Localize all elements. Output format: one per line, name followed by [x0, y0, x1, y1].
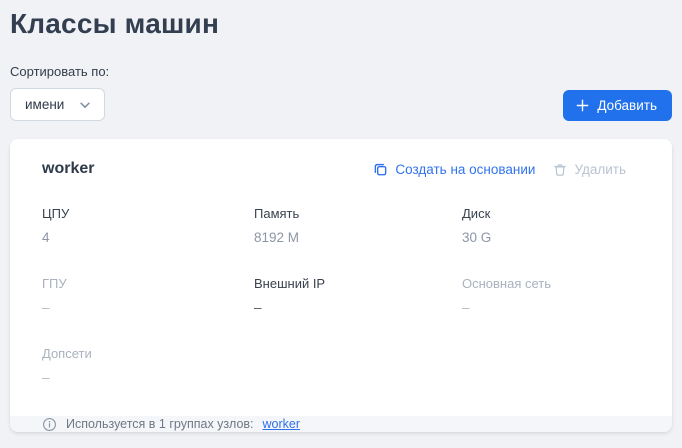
plus-icon — [575, 98, 590, 113]
field-disk: Диск 30 G — [462, 206, 640, 245]
field-disk-label: Диск — [462, 206, 491, 221]
info-icon — [42, 417, 57, 432]
field-extra-networks-label: Допсети — [42, 346, 92, 361]
footer-usage-text: Используется в 1 группах узлов: — [66, 417, 254, 431]
field-gpu: ГПУ – — [42, 276, 254, 315]
fields-grid: ЦПУ 4 Память 8192 M Диск 30 G ГПУ – Внеш… — [10, 178, 672, 416]
field-gpu-label: ГПУ — [42, 276, 67, 291]
field-memory: Память 8192 M — [254, 206, 462, 245]
field-extra-networks: Допсети – — [42, 346, 254, 385]
field-cpu: ЦПУ 4 — [42, 206, 254, 245]
card-header: worker Создать на основании Удалить — [10, 139, 672, 178]
field-cpu-value: 4 — [42, 230, 50, 245]
delete-label: Удалить — [574, 161, 626, 177]
sort-group: Сортировать по: имени — [10, 64, 109, 121]
sort-select[interactable]: имени — [10, 88, 105, 121]
card-footer: Используется в 1 группах узлов: worker — [10, 416, 672, 432]
machine-classes-page: Классы машин Сортировать по: имени Добав… — [0, 8, 682, 448]
sort-label: Сортировать по: — [10, 64, 110, 79]
field-memory-value: 8192 M — [254, 230, 300, 245]
create-from-button[interactable]: Создать на основании — [373, 162, 535, 177]
field-main-network: Основная сеть – — [462, 276, 640, 315]
field-external-ip: Внешний IP – — [254, 276, 462, 315]
machine-class-card: worker Создать на основании Удалить ЦПУ … — [10, 139, 672, 432]
trash-icon — [553, 162, 567, 177]
field-extra-networks-value: – — [42, 370, 50, 385]
sort-select-value: имени — [25, 97, 65, 112]
toolbar: Сортировать по: имени Добавить — [10, 64, 672, 121]
field-gpu-value: – — [42, 300, 50, 315]
copy-icon — [373, 162, 388, 177]
machine-class-name: worker — [42, 160, 95, 177]
card-actions: Создать на основании Удалить — [373, 162, 626, 177]
field-disk-value: 30 G — [462, 230, 492, 245]
field-cpu-label: ЦПУ — [42, 206, 70, 221]
page-title: Классы машин — [10, 8, 220, 39]
field-memory-label: Память — [254, 206, 300, 221]
field-main-network-value: – — [462, 300, 470, 315]
add-button[interactable]: Добавить — [563, 90, 672, 121]
footer-node-group-link[interactable]: worker — [263, 417, 301, 431]
create-from-label: Создать на основании — [395, 161, 536, 177]
chevron-down-icon — [78, 98, 92, 112]
delete-button[interactable]: Удалить — [553, 162, 626, 177]
add-button-label: Добавить — [597, 98, 657, 113]
field-external-ip-label: Внешний IP — [254, 276, 326, 291]
field-external-ip-value: – — [254, 300, 262, 315]
field-main-network-label: Основная сеть — [462, 276, 552, 291]
